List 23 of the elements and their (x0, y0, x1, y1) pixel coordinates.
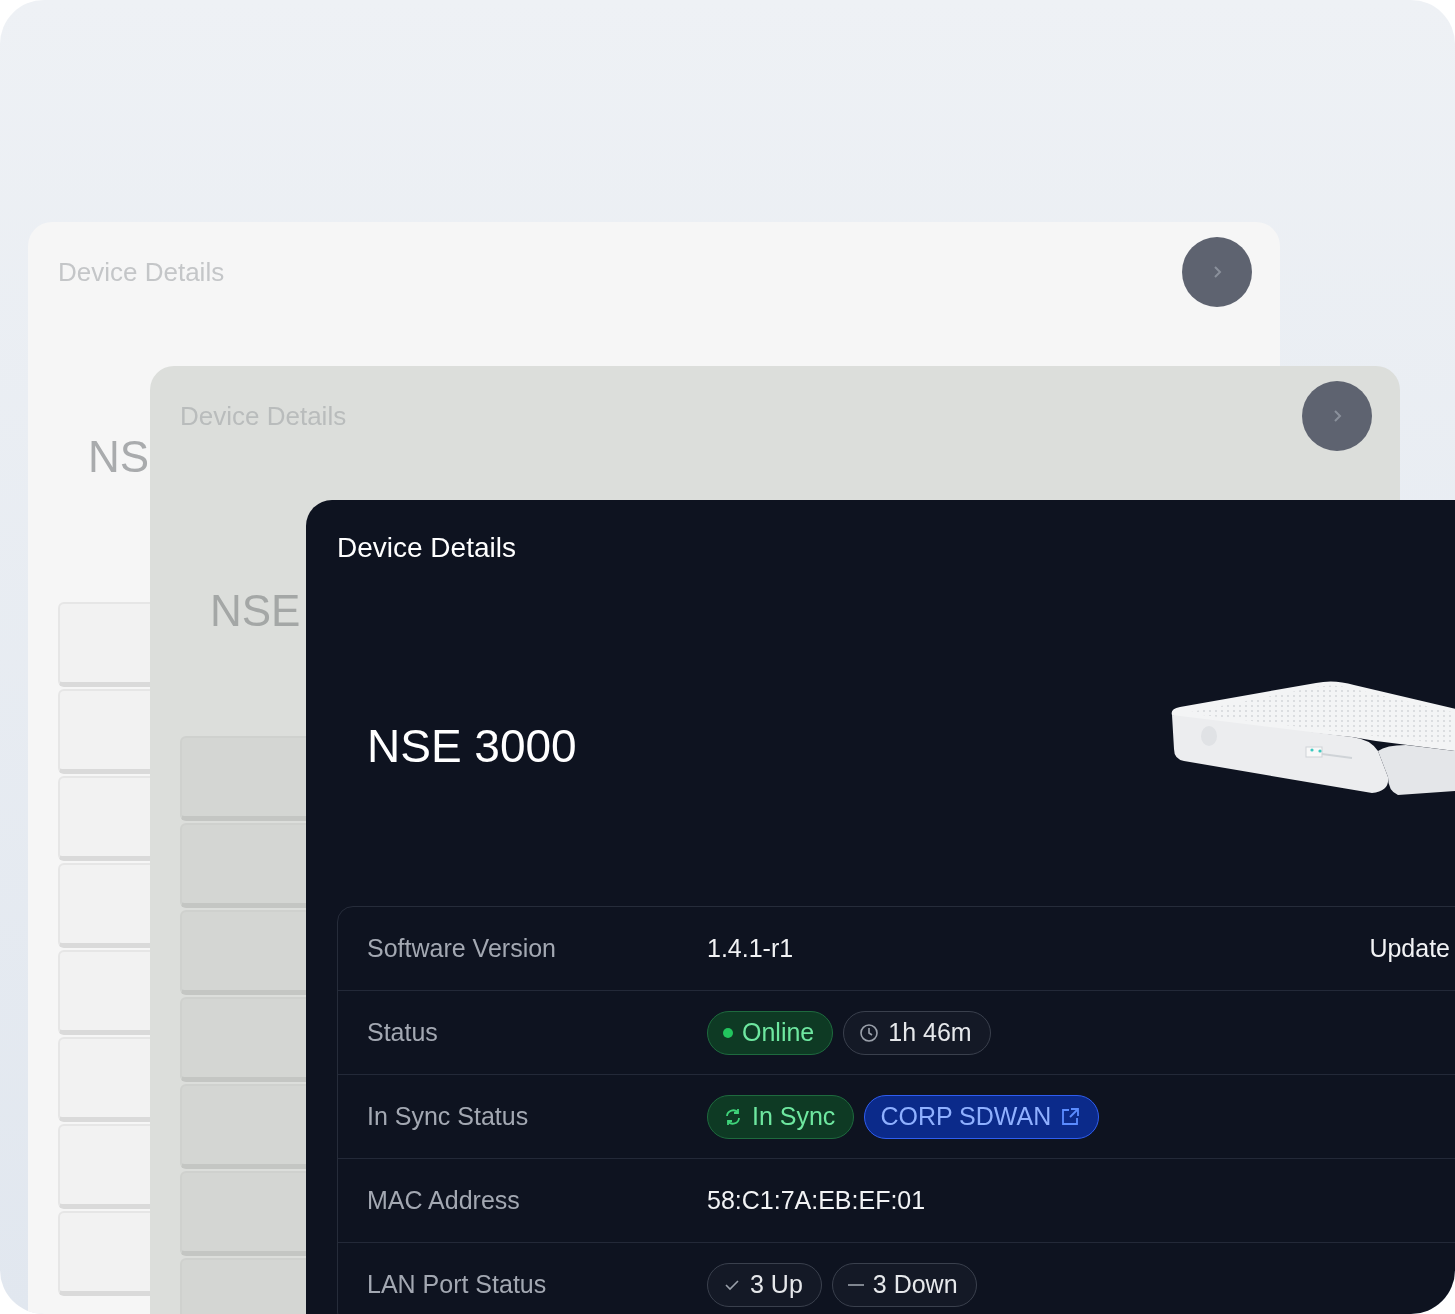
clock-icon (859, 1022, 880, 1043)
update-button[interactable]: Update (1369, 934, 1450, 963)
field-label: Software Version (366, 934, 557, 963)
card-title: Device Details (337, 532, 517, 564)
device-name: NSE 3000 (367, 719, 577, 773)
field-label: Status (366, 1018, 439, 1047)
status-badge: Online (707, 1010, 834, 1055)
minus-icon (847, 1283, 864, 1286)
refresh-icon (723, 1106, 743, 1127)
status-badge: 1h 46m (843, 1010, 991, 1055)
dot-icon (723, 1027, 733, 1038)
device-name: NSE (210, 586, 302, 636)
status-badge: 3 Up (707, 1262, 822, 1307)
field-value: 1.4.1-r1 (707, 934, 794, 963)
field-value: 58:C1:7A:EB:EF:01 (707, 1186, 926, 1215)
link-badge[interactable]: CORP SDWAN (864, 1094, 1100, 1139)
status-badge: In Sync (707, 1094, 855, 1139)
external-link-icon (1060, 1106, 1081, 1127)
field-label: MAC Address (366, 1186, 521, 1215)
device-name: NS (88, 432, 151, 482)
field-label: LAN Port Status (366, 1270, 548, 1299)
field-label: In Sync Status (366, 1102, 530, 1131)
status-badge: 3 Down (831, 1262, 977, 1307)
